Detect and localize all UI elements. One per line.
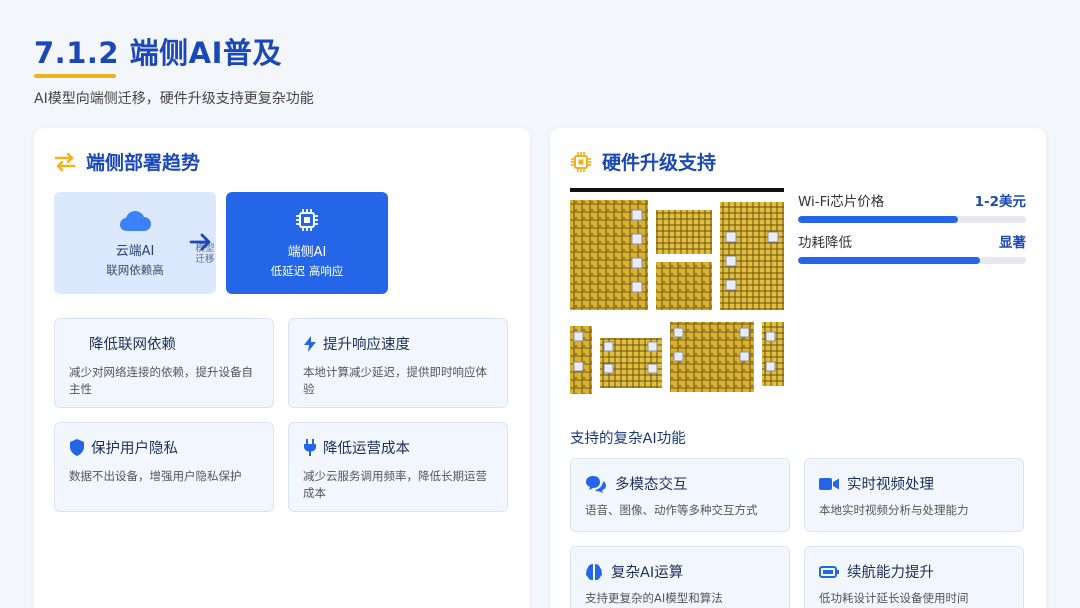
cloud-ai-desc: 联网依赖高 [106,263,164,277]
feature-desc: 本地实时视频分析与处理能力 [819,503,969,517]
metric-progress-fill [798,257,981,264]
benefit-card: 提升响应速度 本地计算减少延迟，提供即时响应体验 [288,318,508,408]
feature-title: 实时视频处理 [847,477,934,493]
feature-title: 多模态交互 [615,477,688,493]
hardware-upgrade-heading-text: 硬件升级支持 [602,152,717,174]
cloud-ai-name: 云端AI [115,244,155,259]
edge-ai-name: 端侧AI [287,245,327,260]
metric-label: Wi-Fi芯片价格 [798,194,885,210]
metric-power-reduction: 功耗降低 显著 [798,231,1026,264]
chip-icon [296,209,318,231]
bolt-icon [304,335,316,352]
plug-icon [304,439,316,456]
metric-progress-track [798,216,1026,223]
hardware-upgrade-heading: 硬件升级支持 [570,148,716,175]
shield-icon [70,439,84,456]
battery-icon [819,565,839,578]
chat-icon [586,475,606,493]
metric-progress-track [798,257,1026,264]
cpu-icon [571,151,591,172]
benefit-title: 提升响应速度 [323,337,410,353]
chip-die-photo [570,188,784,398]
benefit-desc: 本地计算减少延迟，提供即时响应体验 [303,365,487,396]
benefit-desc: 减少云服务调用频率，降低长期运营成本 [303,469,487,500]
feature-card: 续航能力提升 低功耗设计延长设备使用时间 [804,546,1024,608]
swap-arrows-icon [54,152,76,171]
cloud-icon [119,210,151,232]
edge-deployment-heading-text: 端侧部署趋势 [86,152,201,174]
feature-desc: 支持更复杂的AI模型和算法 [585,591,723,605]
brain-icon [586,563,602,580]
metric-value: 显著 [999,235,1026,251]
feature-card: 实时视频处理 本地实时视频分析与处理能力 [804,458,1024,532]
benefit-title: 降低运营成本 [323,441,410,457]
migration-label-2: 迁移 [195,254,215,265]
benefit-desc: 数据不出设备，增强用户隐私保护 [69,469,242,483]
benefit-card: 降低联网依赖 减少对网络连接的依赖，提升设备自主性 [54,318,274,408]
video-camera-icon [819,477,839,490]
feature-desc: 语音、图像、动作等多种交互方式 [585,503,758,517]
metric-label: 功耗降低 [798,235,852,251]
metric-wifi-price: Wi-Fi芯片价格 1-2美元 [798,190,1026,223]
benefit-card: 保护用户隐私 数据不出设备，增强用户隐私保护 [54,422,274,512]
page-subtitle: AI模型向端侧迁移，硬件升级支持更复杂功能 [34,91,314,107]
edge-ai-box: 端侧AI 低延迟 高响应 [226,192,388,294]
feature-card: 多模态交互 语音、图像、动作等多种交互方式 [570,458,790,532]
benefit-title: 降低联网依赖 [89,337,176,353]
page-title: 7.1.2 端侧AI普及 [34,36,282,70]
metric-progress-fill [798,216,958,223]
benefit-desc: 减少对网络连接的依赖，提升设备自主性 [69,365,253,396]
benefit-card: 降低运营成本 减少云服务调用频率，降低长期运营成本 [288,422,508,512]
benefit-title: 保护用户隐私 [91,441,178,457]
feature-card: 复杂AI运算 支持更复杂的AI模型和算法 [570,546,790,608]
hardware-upgrade-card: 硬件升级支持 Wi-Fi芯片价格 1-2美元 功耗降低 显著 支持的复杂AI功能… [550,128,1046,608]
migration-arrow: 模型 迁移 [187,232,215,265]
metric-value: 1-2美元 [974,194,1026,210]
edge-deployment-card: 端侧部署趋势 云端AI 联网依赖高 模型 迁移 端侧AI 低延迟 高响应 降低联… [34,128,530,608]
arrow-right-icon [189,233,211,251]
supported-features-title: 支持的复杂AI功能 [570,431,686,447]
edge-ai-desc: 低延迟 高响应 [270,264,344,278]
title-underline [34,74,116,78]
feature-title: 续航能力提升 [847,565,934,581]
feature-title: 复杂AI运算 [611,565,684,581]
edge-deployment-heading: 端侧部署趋势 [54,148,200,175]
feature-desc: 低功耗设计延长设备使用时间 [819,591,969,605]
link-icon [69,336,83,352]
